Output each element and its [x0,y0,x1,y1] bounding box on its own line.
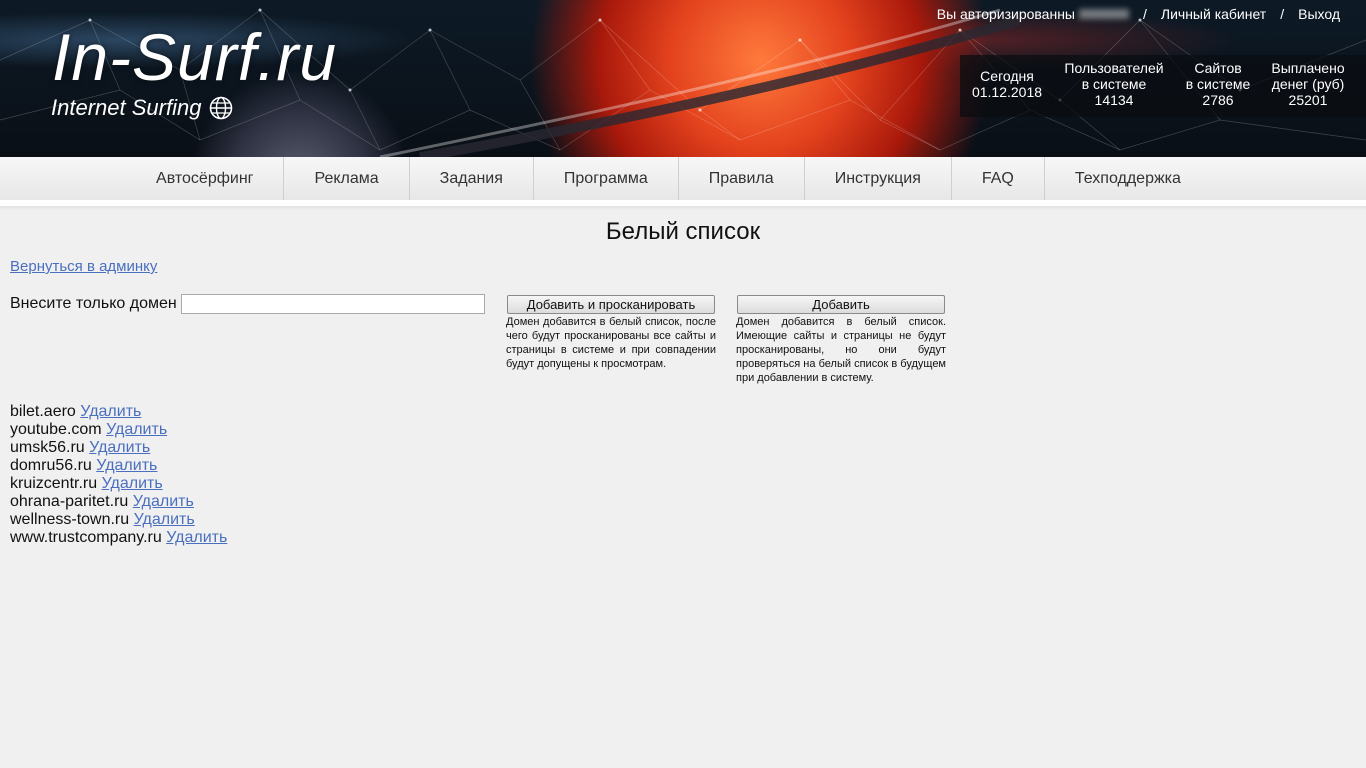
nav-item-ads[interactable]: Реклама [284,157,410,200]
domain-name: umsk56.ru [10,439,85,456]
delete-link[interactable]: Удалить [166,529,227,546]
stat-value: 25201 [1288,92,1328,108]
stat-users: Пользователей в системе 14134 [1060,60,1168,108]
domain-name: domru56.ru [10,457,92,474]
user-topbar: Вы авторизированны / Личный кабинет / Вы… [937,6,1340,22]
stat-value: 01.12.2018 [971,84,1043,100]
list-item: kruizcentr.ru Удалить [10,475,227,493]
back-to-admin-link[interactable]: Вернуться в админку [10,258,157,275]
list-item: www.trustcompany.ru Удалить [10,529,227,547]
list-item: bilet.aero Удалить [10,403,227,421]
list-item: umsk56.ru Удалить [10,439,227,457]
stat-label: в системе [1081,76,1147,92]
domain-input[interactable] [181,294,485,314]
stat-label: Сайтов [1194,60,1242,76]
delete-link[interactable]: Удалить [133,493,194,510]
stat-paid: Выплачено денег (руб) 25201 [1264,60,1352,108]
auth-status: Вы авторизированны [936,6,1075,22]
nav-item-autosurfing[interactable]: Автосёрфинг [126,157,285,200]
logout-link[interactable]: Выход [1298,6,1340,22]
whitelist-domains: bilet.aero Удалить youtube.com Удалить u… [10,403,227,547]
domain-label: Внесите только домен [10,295,177,312]
add-and-scan-hint: Домен добавится в белый список, после че… [506,316,716,370]
domain-name: youtube.com [10,421,102,438]
domain-name: kruizcentr.ru [10,475,98,492]
site-logo[interactable]: In-Surf.ru [52,24,337,90]
header-banner: In-Surf.ru Internet Surfing Вы авторизир… [0,0,1366,157]
cabinet-link[interactable]: Личный кабинет [1161,6,1266,22]
delete-link[interactable]: Удалить [80,403,141,420]
blurred-username [1079,9,1129,19]
domain-name: www.trustcompany.ru [10,529,162,546]
stat-sites: Сайтов в системе 2786 [1178,60,1258,108]
add-hint: Домен добавится в белый список. Имеющие … [736,316,946,384]
stat-today: Сегодня 01.12.2018 [962,68,1052,100]
domain-name: bilet.aero [10,403,76,420]
delete-link[interactable]: Удалить [102,475,163,492]
globe-icon [210,96,233,120]
delete-link[interactable]: Удалить [106,421,167,438]
list-item: ohrana-paritet.ru Удалить [10,493,227,511]
nav-item-support[interactable]: Техподдержка [1045,157,1211,200]
list-item: wellness-town.ru Удалить [10,511,227,529]
site-tagline: Internet Surfing [51,95,233,121]
domain-name: ohrana-paritet.ru [10,493,129,510]
list-item: youtube.com Удалить [10,421,227,439]
delete-link[interactable]: Удалить [96,457,157,474]
list-item: domru56.ru Удалить [10,457,227,475]
add-and-scan-button[interactable]: Добавить и просканировать [507,295,715,314]
delete-link[interactable]: Удалить [89,439,150,456]
stat-value: 2786 [1202,92,1234,108]
add-button[interactable]: Добавить [737,295,945,314]
topbar-separator: / [1280,6,1285,22]
stat-label: Пользователей [1064,60,1164,76]
nav-item-tasks[interactable]: Задания [410,157,534,200]
stat-label: Выплачено [1271,60,1345,76]
nav-item-instructions[interactable]: Инструкция [805,157,952,200]
main-nav: Автосёрфинг Реклама Задания Программа Пр… [0,157,1366,200]
stat-label: в системе [1185,76,1251,92]
page-title: Белый список [605,218,761,245]
nav-divider-shadow [0,206,1366,210]
topbar-separator: / [1143,6,1147,22]
tagline-text: Internet Surfing [51,95,202,120]
nav-item-program[interactable]: Программа [534,157,679,200]
domain-name: wellness-town.ru [10,511,130,528]
delete-link[interactable]: Удалить [134,511,195,528]
stat-label: денег (руб) [1271,76,1345,92]
nav-item-faq[interactable]: FAQ [952,157,1045,200]
stat-value: 14134 [1094,92,1134,108]
stat-label: Сегодня [980,68,1034,84]
nav-item-rules[interactable]: Правила [679,157,805,200]
